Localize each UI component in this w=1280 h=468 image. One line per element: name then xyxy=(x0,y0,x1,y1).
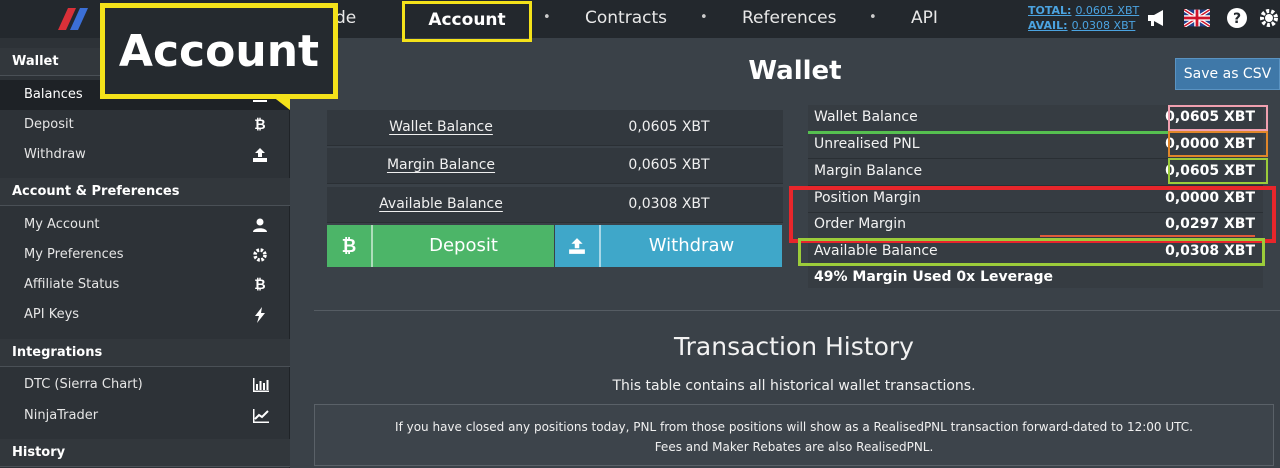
realised-pnl-notice: If you have closed any positions today, … xyxy=(314,404,1274,466)
transaction-history-subtitle: This table contains all historical walle… xyxy=(612,378,976,394)
megaphone-icon[interactable] xyxy=(1144,6,1170,30)
total-label: TOTAL: xyxy=(1028,4,1072,17)
upload-icon xyxy=(252,147,268,163)
nav-account[interactable]: Account xyxy=(402,1,532,42)
nav-separator: • xyxy=(700,10,708,25)
notice-line: Fees and Maker Rebates are also Realised… xyxy=(654,440,934,454)
sidebar-item-deposit[interactable]: Deposit ₿ xyxy=(0,110,290,140)
available-balance-value: 0,0308 XBT xyxy=(628,196,710,212)
sidebar-item-label: Withdraw xyxy=(24,147,86,162)
detail-label: Unrealised PNL xyxy=(814,136,920,152)
sidebar-item-label: My Account xyxy=(24,217,100,232)
callout-pointer xyxy=(272,96,290,110)
detail-label: Margin Balance xyxy=(814,163,923,179)
logo-icon[interactable] xyxy=(56,6,96,32)
bolt-icon xyxy=(252,307,268,323)
nav-api[interactable]: API xyxy=(911,0,938,38)
deposit-button-label: Deposit xyxy=(429,235,498,256)
table-row: Margin Balance 0,0605 XBT xyxy=(327,148,783,184)
total-value[interactable]: 0.0605 XBT xyxy=(1075,4,1139,17)
sidebar-section-history: History xyxy=(0,439,290,467)
nav-separator: • xyxy=(869,10,877,25)
save-csv-button[interactable]: Save as CSV xyxy=(1175,58,1280,90)
sidebar-section-account: Account & Preferences xyxy=(0,178,290,206)
settings-icon[interactable] xyxy=(1256,6,1280,30)
bitcoin-icon: ₿ xyxy=(327,225,373,267)
wallet-balance-label[interactable]: Wallet Balance xyxy=(327,119,555,135)
transaction-history-title: Transaction History xyxy=(674,332,914,361)
sidebar-item-label: Balances xyxy=(24,87,83,102)
sidebar-item-affiliate-status[interactable]: Affiliate Status ₿ xyxy=(0,270,290,300)
sidebar-item-label: API Keys xyxy=(24,307,80,322)
sidebar: Wallet Balances Deposit ₿ Withdraw Accou… xyxy=(0,38,290,468)
upload-icon xyxy=(555,225,601,267)
sidebar-item-api-keys[interactable]: API Keys xyxy=(0,300,290,330)
sidebar-item-withdraw[interactable]: Withdraw xyxy=(0,140,290,170)
table-row: Available Balance 0,0308 XBT xyxy=(327,187,783,223)
avail-value[interactable]: 0.0308 XBT xyxy=(1072,19,1136,32)
sidebar-item-label: My Preferences xyxy=(24,247,124,262)
nav-references[interactable]: References xyxy=(742,0,836,38)
account-zoom-callout: Account xyxy=(100,3,338,99)
svg-text:?: ? xyxy=(1233,11,1241,27)
section-divider xyxy=(314,310,1280,311)
page-title: Wallet xyxy=(748,56,842,86)
margin-balance-value: 0,0605 XBT xyxy=(628,157,710,173)
highlight-box-red xyxy=(789,186,1276,243)
sidebar-section-integrations: Integrations xyxy=(0,339,290,367)
sidebar-item-label: DTC (Sierra Chart) xyxy=(24,377,143,392)
help-icon[interactable]: ? xyxy=(1224,6,1250,30)
avail-label: AVAIL: xyxy=(1028,19,1068,32)
highlight-box-lime xyxy=(798,238,1265,266)
balance-summary: TOTAL: 0.0605 XBT AVAIL: 0.0308 XBT xyxy=(1028,3,1139,33)
bitcoin-icon: ₿ xyxy=(254,117,266,133)
withdraw-button-label: Withdraw xyxy=(648,235,735,256)
uk-flag-icon[interactable] xyxy=(1184,6,1210,30)
sidebar-item-ninjatrader[interactable]: NinjaTrader xyxy=(0,401,290,431)
margin-used-text: 49% Margin Used 0x Leverage xyxy=(814,269,1053,285)
table-row: Wallet Balance 0,0605 XBT xyxy=(327,110,783,146)
wallet-balance-value: 0,0605 XBT xyxy=(628,119,710,135)
sidebar-item-label: Deposit xyxy=(24,117,74,132)
detail-label: Wallet Balance xyxy=(814,109,918,125)
highlight-box-orange xyxy=(1168,131,1268,157)
notice-line: If you have closed any positions today, … xyxy=(395,420,1193,434)
nav-trade[interactable]: de xyxy=(335,0,356,38)
sidebar-item-my-account[interactable]: My Account xyxy=(0,210,290,240)
available-balance-label[interactable]: Available Balance xyxy=(327,196,555,212)
sidebar-item-dtc[interactable]: DTC (Sierra Chart) xyxy=(0,370,290,400)
user-icon xyxy=(252,217,268,233)
nav-separator: • xyxy=(543,10,551,25)
sidebar-item-my-preferences[interactable]: My Preferences xyxy=(0,240,290,270)
sidebar-item-label: NinjaTrader xyxy=(24,408,99,423)
bitcoin-icon: ₿ xyxy=(254,277,266,293)
bar-chart-icon xyxy=(252,377,269,393)
margin-balance-label[interactable]: Margin Balance xyxy=(327,157,555,173)
highlight-box-lime xyxy=(1168,158,1268,184)
gear-icon xyxy=(252,247,268,263)
deposit-button[interactable]: ₿ Deposit xyxy=(327,225,554,267)
line-chart-icon xyxy=(252,408,269,424)
nav-contracts[interactable]: Contracts xyxy=(585,0,667,38)
sidebar-item-label: Affiliate Status xyxy=(24,277,120,292)
withdraw-button[interactable]: Withdraw xyxy=(555,225,782,267)
highlight-box-pink xyxy=(1168,105,1268,131)
